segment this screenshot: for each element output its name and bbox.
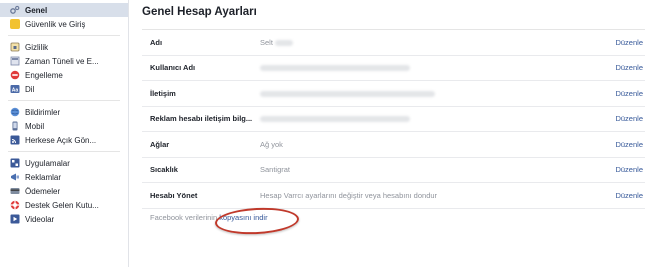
edit-link[interactable]: Düzenle — [615, 114, 643, 123]
setting-row-username[interactable]: Kullanıcı Adı Düzenle — [142, 56, 645, 81]
sidebar-item-support-inbox[interactable]: Destek Gelen Kutu... — [0, 198, 128, 212]
svg-text:Aa: Aa — [12, 87, 19, 93]
sidebar-group-account: Genel Güvenlik ve Giriş — [0, 3, 128, 31]
setting-value: Santigrat — [260, 165, 291, 175]
edit-link[interactable]: Düzenle — [615, 191, 643, 200]
sidebar-divider — [8, 35, 120, 36]
video-icon — [10, 214, 20, 224]
sidebar-item-privacy[interactable]: Gizlilik — [0, 40, 128, 54]
highlight-annotation-ring — [214, 205, 300, 237]
setting-label: Hesabı Yönet — [150, 190, 198, 200]
sidebar-item-mobile[interactable]: Mobil — [0, 119, 128, 133]
sidebar-item-videos[interactable]: Videolar — [0, 212, 128, 226]
setting-value — [260, 114, 410, 123]
apps-icon — [10, 158, 20, 168]
setting-row-manage-account[interactable]: Hesabı Yönet Hesap Varrcı ayarlarını değ… — [142, 183, 645, 209]
setting-label: Ağlar — [150, 139, 170, 149]
page-title: Genel Hesap Ayarları — [142, 6, 257, 18]
sidebar-group-notifications: Bildirimler Mobil Herkese Açık Gön... — [0, 105, 128, 147]
timeline-icon — [10, 56, 20, 66]
edit-link[interactable]: Düzenle — [615, 89, 643, 98]
setting-value — [260, 89, 435, 98]
setting-label: Sıcaklık — [150, 165, 178, 175]
sidebar-item-payments[interactable]: Ödemeler — [0, 184, 128, 198]
rss-icon — [10, 135, 20, 145]
setting-label: Adı — [150, 37, 163, 47]
sidebar-item-timeline[interactable]: Zaman Tüneli ve E... — [0, 54, 128, 68]
setting-label: Reklam hesabı iletişim bilg... — [150, 114, 253, 124]
edit-link[interactable]: Düzenle — [615, 140, 643, 149]
sidebar-item-public-posts[interactable]: Herkese Açık Gön... — [0, 133, 128, 147]
lock-icon — [10, 42, 20, 52]
sidebar-group-apps: Uygulamalar Reklamlar Ödemeler Destek Ge… — [0, 156, 128, 226]
sidebar-item-security[interactable]: Güvenlik ve Giriş — [0, 17, 128, 31]
sidebar-item-general[interactable]: Genel — [0, 3, 128, 17]
gear-icon — [10, 5, 20, 15]
setting-row-networks[interactable]: Ağlar Ağ yok Düzenle — [142, 132, 645, 158]
block-icon — [10, 70, 20, 80]
setting-value: Selt — [260, 38, 293, 47]
globe-icon — [10, 107, 20, 117]
setting-value — [260, 63, 410, 72]
sidebar-item-ads[interactable]: Reklamlar — [0, 170, 128, 184]
settings-sidebar: Genel Güvenlik ve Giriş Gizlilik Zaman T… — [0, 0, 129, 267]
edit-link[interactable]: Düzenle — [615, 165, 643, 174]
setting-row-temperature[interactable]: Sıcaklık Santigrat Düzenle — [142, 158, 645, 183]
sidebar-group-privacy: Gizlilik Zaman Tüneli ve E... Engelleme … — [0, 40, 128, 96]
setting-label: İletişim — [150, 88, 176, 98]
sidebar-item-language[interactable]: Aa Dil — [0, 82, 128, 96]
redacted-text — [260, 116, 410, 123]
settings-table: Adı Selt Düzenle Kullanıcı Adı Düzenle İ… — [142, 30, 645, 209]
edit-link[interactable]: Düzenle — [615, 63, 643, 72]
setting-row-ad-account-contact[interactable]: Reklam hesabı iletişim bilg... Düzenle — [142, 107, 645, 132]
language-icon: Aa — [10, 84, 20, 94]
sidebar-divider — [8, 151, 120, 152]
sidebar-item-blocking[interactable]: Engelleme — [0, 68, 128, 82]
redacted-text — [260, 90, 435, 97]
setting-row-contact[interactable]: İletişim Düzenle — [142, 81, 645, 107]
general-settings-panel: Genel Hesap Ayarları Adı Selt Düzenle Ku… — [130, 0, 660, 267]
payments-icon — [10, 186, 20, 196]
redacted-text — [274, 39, 293, 46]
setting-value-text: Selt — [260, 37, 273, 47]
footer-prefix: Facebook verilerinin — [150, 213, 218, 222]
setting-label: Kullanıcı Adı — [150, 63, 196, 73]
sidebar-item-notifications[interactable]: Bildirimler — [0, 105, 128, 119]
setting-value: Hesap Varrcı ayarlarını değiştir veya he… — [260, 190, 438, 200]
ads-icon — [10, 172, 20, 182]
setting-row-name[interactable]: Adı Selt Düzenle — [142, 30, 645, 56]
support-icon — [10, 200, 20, 210]
shield-icon — [10, 19, 20, 29]
edit-link[interactable]: Düzenle — [615, 38, 643, 47]
setting-value: Ağ yok — [260, 139, 283, 149]
sidebar-divider — [8, 100, 120, 101]
mobile-icon — [10, 121, 20, 131]
sidebar-item-apps[interactable]: Uygulamalar — [0, 156, 128, 170]
redacted-text — [260, 65, 410, 72]
